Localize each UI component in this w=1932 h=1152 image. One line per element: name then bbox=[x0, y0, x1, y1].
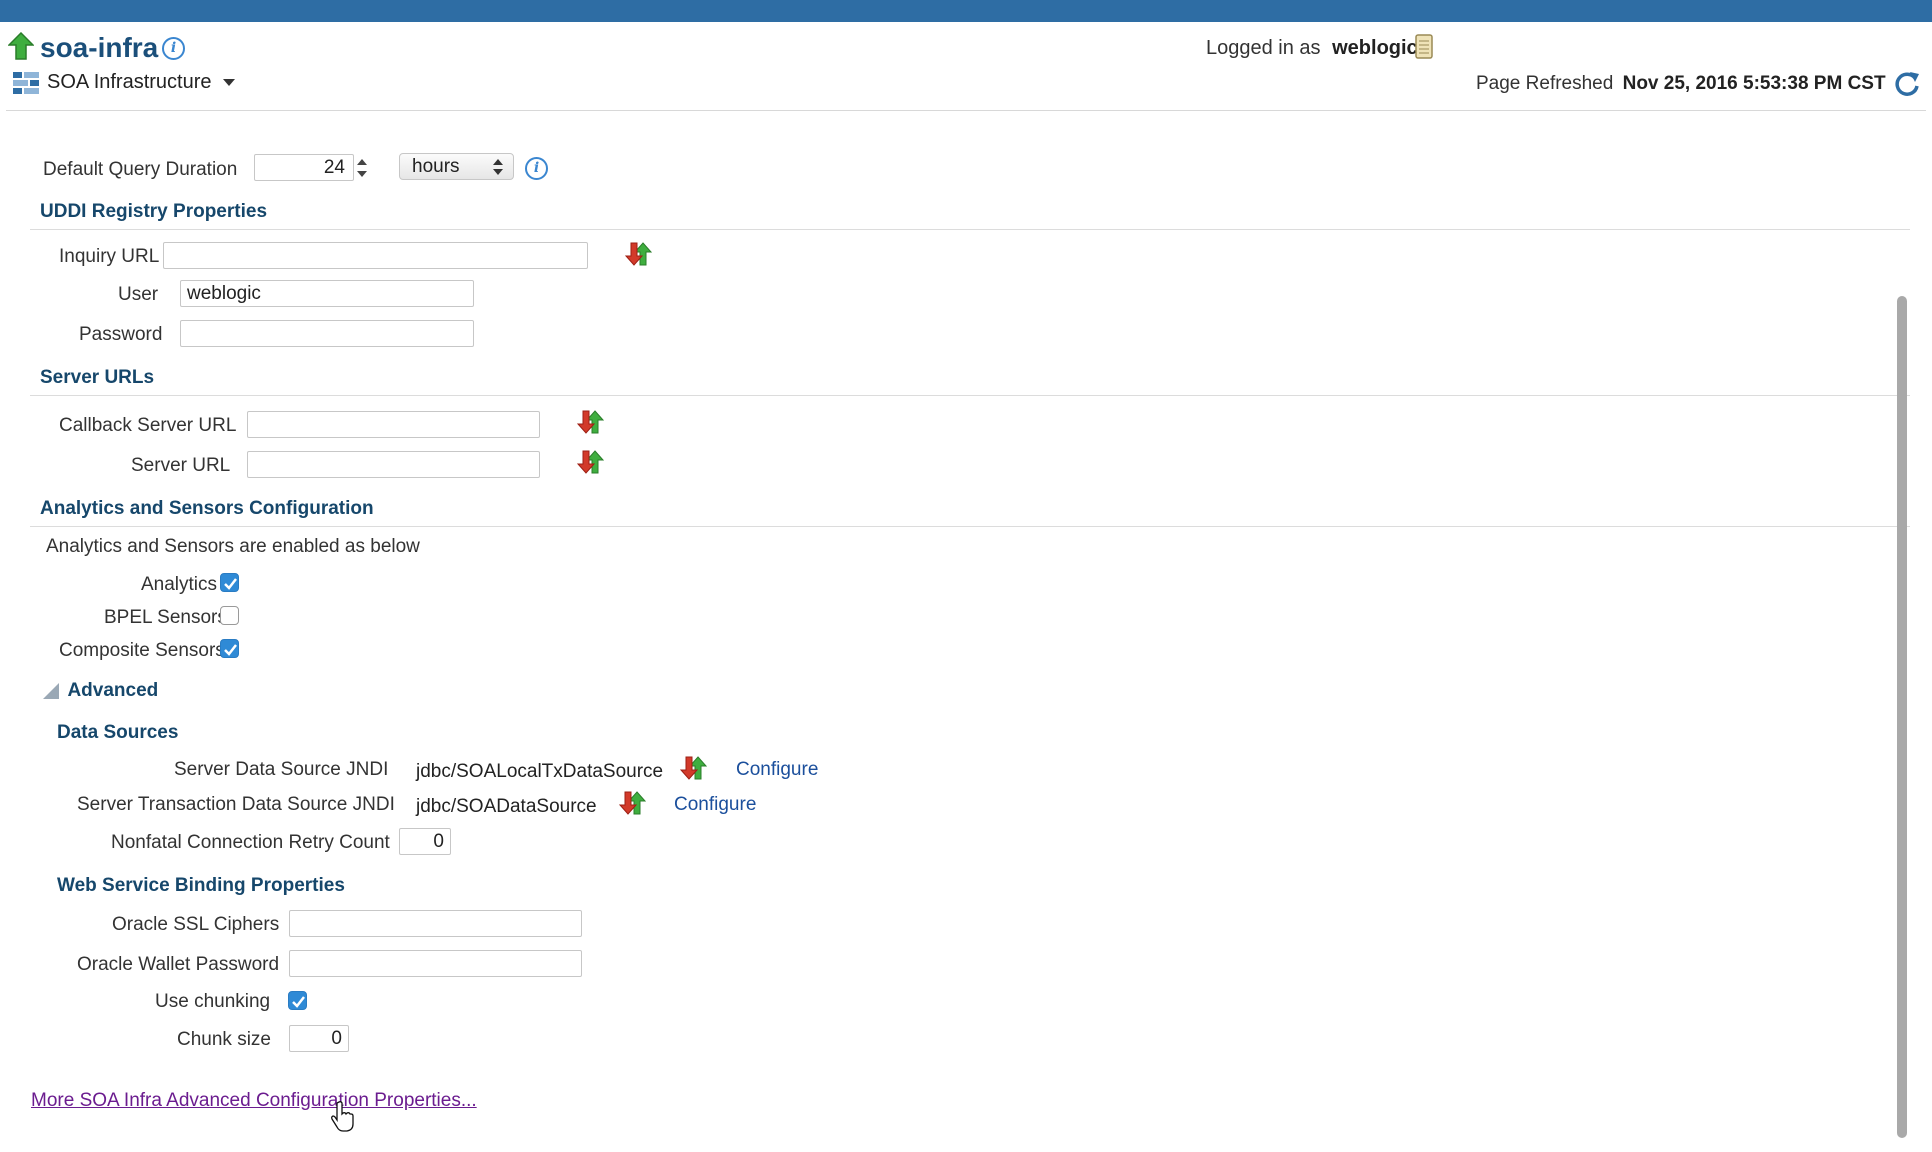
uddi-section-title: UDDI Registry Properties bbox=[40, 201, 268, 222]
password-field[interactable] bbox=[180, 320, 474, 347]
browse-reset-icon[interactable] bbox=[576, 448, 605, 481]
top-banner bbox=[0, 0, 1932, 22]
wallet-password-label: Oracle Wallet Password bbox=[77, 954, 280, 975]
analytics-checkbox[interactable] bbox=[220, 573, 239, 592]
ws-binding-title: Web Service Binding Properties bbox=[57, 875, 345, 896]
analytics-label: Analytics bbox=[141, 574, 218, 595]
analytics-section-title: Analytics and Sensors Configuration bbox=[40, 498, 374, 519]
retry-count-label: Nonfatal Connection Retry Count bbox=[111, 832, 390, 853]
callback-url-field[interactable] bbox=[247, 411, 540, 438]
logged-in-user: weblogic bbox=[1332, 37, 1418, 59]
info-icon[interactable]: i bbox=[162, 37, 185, 60]
page-refreshed-status: Page Refreshed Nov 25, 2016 5:53:38 PM C… bbox=[1476, 73, 1886, 95]
header-divider bbox=[6, 110, 1926, 111]
ssl-ciphers-label: Oracle SSL Ciphers bbox=[112, 914, 280, 935]
callback-url-label: Callback Server URL bbox=[59, 415, 237, 436]
logged-in-status: Logged in as weblogic bbox=[1206, 37, 1418, 60]
hand-cursor-icon bbox=[330, 1100, 356, 1137]
server-url-field[interactable] bbox=[247, 451, 540, 478]
inquiry-url-field[interactable] bbox=[163, 242, 588, 269]
app-title: soa-infra bbox=[40, 32, 159, 63]
query-unit-value: hours bbox=[412, 156, 460, 177]
use-chunking-label: Use chunking bbox=[155, 991, 271, 1012]
uddi-divider bbox=[30, 229, 1910, 230]
stepper-arrows-icon[interactable] bbox=[356, 157, 368, 184]
query-info-icon[interactable]: i bbox=[525, 157, 548, 180]
tx-ds-value: jdbc/SOADataSource bbox=[416, 796, 597, 817]
target-up-icon bbox=[7, 31, 35, 65]
select-arrows-icon bbox=[492, 157, 504, 182]
soa-infrastructure-icon bbox=[12, 70, 40, 101]
bpel-sensors-checkbox[interactable] bbox=[220, 606, 239, 625]
data-sources-title: Data Sources bbox=[57, 722, 179, 743]
server-ds-value: jdbc/SOALocalTxDataSource bbox=[416, 761, 664, 782]
server-urls-title: Server URLs bbox=[40, 367, 155, 388]
analytics-divider bbox=[30, 526, 1910, 527]
collapse-triangle-icon bbox=[43, 683, 59, 699]
server-urls-divider bbox=[30, 395, 1910, 396]
browse-reset-icon[interactable] bbox=[679, 754, 708, 787]
chunk-size-field[interactable]: 0 bbox=[289, 1025, 349, 1052]
analytics-description: Analytics and Sensors are enabled as bel… bbox=[46, 536, 420, 557]
bpel-sensors-label: BPEL Sensors bbox=[104, 607, 227, 628]
advanced-title: Advanced bbox=[67, 680, 159, 701]
ssl-ciphers-field[interactable] bbox=[289, 910, 582, 937]
composite-sensors-checkbox[interactable] bbox=[220, 639, 239, 658]
inquiry-url-label: Inquiry URL bbox=[59, 246, 160, 267]
query-duration-label: Default Query Duration bbox=[43, 159, 238, 180]
user-field[interactable]: weblogic bbox=[180, 280, 474, 307]
password-label: Password bbox=[79, 324, 163, 345]
browse-reset-icon[interactable] bbox=[624, 240, 653, 273]
server-url-label: Server URL bbox=[131, 455, 231, 476]
refreshed-time: Nov 25, 2016 5:53:38 PM CST bbox=[1622, 73, 1886, 94]
chevron-down-icon bbox=[223, 79, 236, 87]
use-chunking-checkbox[interactable] bbox=[288, 991, 307, 1010]
wallet-password-field[interactable] bbox=[289, 950, 582, 977]
tx-ds-label: Server Transaction Data Source JNDI bbox=[77, 794, 395, 815]
browse-reset-icon[interactable] bbox=[618, 789, 647, 822]
server-ds-label: Server Data Source JNDI bbox=[174, 759, 389, 780]
advanced-toggle[interactable]: Advanced bbox=[43, 680, 158, 702]
user-label: User bbox=[118, 284, 159, 305]
query-duration-stepper[interactable]: 24 bbox=[254, 154, 354, 181]
browse-reset-icon[interactable] bbox=[576, 408, 605, 441]
more-properties-link[interactable]: More SOA Infra Advanced Configuration Pr… bbox=[31, 1090, 477, 1112]
configure-tx-ds-link[interactable]: Configure bbox=[674, 794, 756, 816]
vertical-scrollbar[interactable] bbox=[1897, 296, 1907, 1138]
menu-label: SOA Infrastructure bbox=[47, 71, 212, 93]
logged-in-prefix: Logged in as bbox=[1206, 37, 1321, 59]
chunk-size-label: Chunk size bbox=[177, 1029, 271, 1050]
refreshed-prefix: Page Refreshed bbox=[1476, 73, 1614, 94]
soa-infrastructure-menu[interactable]: SOA Infrastructure bbox=[47, 71, 236, 94]
refresh-icon[interactable] bbox=[1893, 70, 1921, 103]
configure-server-ds-link[interactable]: Configure bbox=[736, 759, 818, 781]
retry-count-field[interactable]: 0 bbox=[399, 828, 451, 855]
page-icon[interactable] bbox=[1414, 34, 1434, 65]
composite-sensors-label: Composite Sensors bbox=[59, 640, 225, 661]
